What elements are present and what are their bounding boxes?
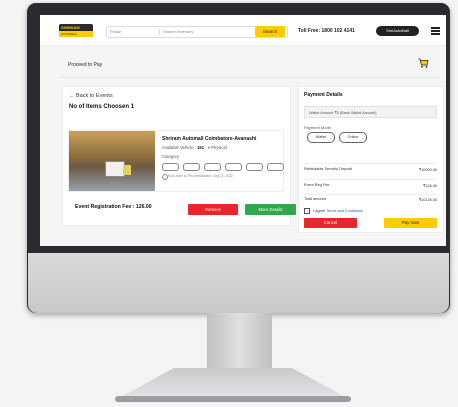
truck-category-icon (162, 163, 179, 171)
remove-button[interactable]: Remove (188, 204, 238, 215)
online-option[interactable]: Online (339, 132, 367, 143)
available-vehicles: Available Vehicle : 151 ⌖ Physical (162, 145, 227, 150)
available-count: 151 (197, 145, 205, 150)
wallet-amount: Wallet Amount ₹0 (Bank Wallet Amount) (304, 106, 437, 118)
bike-category-icon (267, 163, 284, 171)
page-title: Proceed to Pay (68, 62, 103, 68)
terms-prefix: I Agree (313, 209, 326, 213)
row-label: Refundable Security Deposit (304, 167, 353, 171)
wallet-option[interactable]: Wallet (307, 132, 335, 143)
terms-checkbox[interactable] (304, 208, 310, 214)
terms-link[interactable]: Terms and Conditions (326, 209, 363, 213)
car-category-icon (204, 163, 221, 171)
event-card: Shriram Automall Coimbatore-Avanashi Ava… (68, 130, 284, 192)
state-select[interactable]: Pokaz (110, 27, 121, 37)
payment-mode-label: Payment Mode (304, 125, 331, 130)
deposit-row: Refundable Security Deposit ₹10000.00 (304, 167, 437, 172)
selected-events-panel: ← Back to Events No of Items Choosen 1 S… (62, 86, 296, 226)
top-header: SHRIRAM AUTOMALL Pokaz Search Inventory … (40, 15, 446, 46)
pay-now-button[interactable]: Pay Now (384, 218, 437, 228)
row-value: ₹10000.00 (418, 168, 437, 172)
event-date: Kick start to Pro-installation: Sep 5, 2… (168, 174, 233, 178)
row-value: ₹10126.00 (418, 198, 437, 202)
title-divider (60, 77, 440, 78)
cancel-button[interactable]: Cancel (304, 218, 357, 228)
event-image (69, 131, 155, 191)
more-details-button[interactable]: More Details (245, 204, 296, 215)
screen: SHRIRAM AUTOMALL Pokaz Search Inventory … (40, 15, 446, 246)
hamburger-menu-icon[interactable] (431, 27, 440, 35)
available-label: Available Vehicle : (162, 145, 196, 150)
row-value: ₹126.00 (422, 184, 437, 188)
truck-cab-image (123, 165, 131, 175)
event-name: Shriram Automall Coimbatore-Avanashi (162, 136, 257, 142)
category-label: Category (162, 154, 179, 159)
items-count-heading: No of Items Choosen 1 (69, 104, 135, 110)
logo-name: SHRIRAM (61, 25, 80, 30)
search-button[interactable]: Search (255, 26, 285, 37)
row-label: Event Reg Fee (304, 183, 330, 187)
user-menu-button[interactable]: ShriAutoMall (376, 26, 419, 36)
cart-icon[interactable] (418, 58, 429, 68)
event-type: Physical (211, 145, 227, 150)
monitor-stand-neck (207, 313, 272, 373)
total-row: Total amount ₹10126.00 (304, 197, 437, 202)
brand-logo[interactable]: SHRIRAM AUTOMALL (59, 24, 93, 37)
divider (304, 179, 437, 180)
equipment-category-icon (246, 163, 263, 171)
back-to-events-link[interactable]: ← Back to Events (69, 93, 113, 99)
payment-details-panel: Payment Details Wallet Amount ₹0 (Bank W… (298, 86, 444, 233)
terms-agreement: I Agree Terms and Conditions (304, 208, 363, 214)
registration-fee: Event Registration Fee : 126.00 (75, 204, 152, 210)
toll-free-number: Toll Free: 1800 102 4141 (298, 28, 355, 34)
search-input[interactable]: Search Inventory (163, 27, 193, 37)
payment-title: Payment Details (304, 92, 343, 98)
monitor-stand-edge (115, 396, 351, 402)
location-icon: ⌖ (207, 145, 210, 150)
tractor-category-icon (225, 163, 242, 171)
bus-category-icon (183, 163, 200, 171)
truck-image (105, 161, 125, 177)
monitor-chin (28, 253, 449, 313)
reg-fee-row: Event Reg Fee ₹126.00 (304, 183, 437, 188)
logo-sub: AUTOMALL (59, 31, 93, 37)
category-icons (162, 163, 284, 171)
divider (304, 163, 437, 164)
search-divider (159, 29, 160, 35)
divider (304, 194, 437, 195)
row-label: Total amount (304, 197, 326, 201)
